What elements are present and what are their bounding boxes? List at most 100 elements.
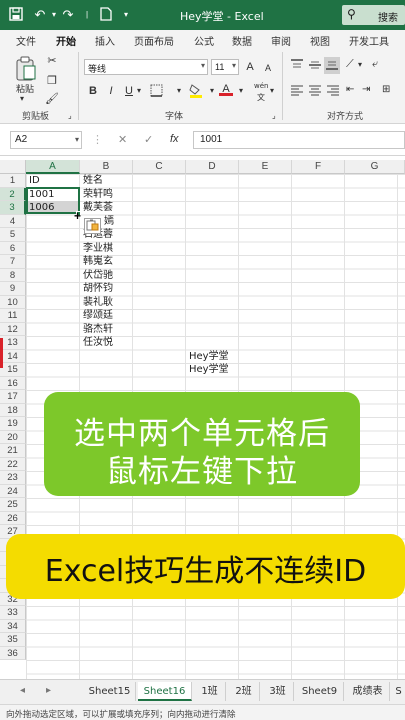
align-bottom-icon[interactable]: [324, 57, 340, 74]
chevron-down-icon[interactable]: ▾: [137, 86, 141, 95]
fill-color-icon[interactable]: [189, 83, 203, 101]
tab-file[interactable]: 文件: [16, 33, 36, 48]
cancel-icon[interactable]: ✕: [118, 133, 127, 146]
cell-d14[interactable]: Hey学堂: [189, 350, 229, 363]
chevron-down-icon[interactable]: ▾: [239, 86, 243, 95]
italic-button[interactable]: I: [104, 84, 118, 98]
row-header[interactable]: 1: [0, 174, 26, 188]
tab-page-layout[interactable]: 页面布局: [134, 33, 174, 48]
row-header[interactable]: 26: [0, 511, 26, 525]
font-color-button[interactable]: A: [219, 82, 233, 96]
paste-label[interactable]: 粘贴: [16, 82, 34, 95]
tab-data[interactable]: 数据: [232, 33, 252, 48]
row-header[interactable]: 36: [0, 646, 26, 660]
save-icon[interactable]: [8, 7, 24, 23]
row-header[interactable]: 19: [0, 417, 26, 431]
column-header-d[interactable]: D: [186, 160, 239, 174]
sheet-tab[interactable]: Sheet15: [84, 682, 136, 701]
formula-input[interactable]: 1001: [193, 131, 405, 149]
row-header[interactable]: 35: [0, 633, 26, 647]
borders-icon[interactable]: [150, 84, 163, 100]
row-header[interactable]: 24: [0, 484, 26, 498]
row-header[interactable]: 5: [0, 228, 26, 242]
tab-formulas[interactable]: 公式: [194, 33, 214, 48]
sheet-tab[interactable]: 成绩表: [346, 682, 390, 701]
row-header[interactable]: 25: [0, 498, 26, 512]
row-header[interactable]: 11: [0, 309, 26, 323]
chevron-down-icon[interactable]: ▾: [177, 86, 181, 95]
enter-icon[interactable]: ✓: [144, 133, 153, 146]
format-painter-icon[interactable]: 🖌: [45, 92, 59, 106]
next-sheet-icon[interactable]: ▸: [46, 685, 51, 696]
orientation-icon[interactable]: ⟋: [346, 57, 354, 71]
clipboard-launcher-icon[interactable]: ⌟: [68, 111, 72, 120]
column-header-a[interactable]: A: [26, 160, 80, 174]
cell-b8[interactable]: 伏岱驰: [83, 269, 113, 282]
insert-function-icon[interactable]: fx: [170, 133, 179, 145]
search-box[interactable]: ⚲ 搜索: [342, 5, 405, 25]
row-header[interactable]: 34: [0, 619, 26, 633]
align-center-icon[interactable]: [308, 84, 322, 99]
copy-icon[interactable]: ❐: [45, 74, 59, 88]
sheet-tab-active[interactable]: Sheet16: [138, 682, 192, 701]
redo-icon[interactable]: ↷: [60, 7, 76, 23]
row-header[interactable]: 22: [0, 457, 26, 471]
cell-a1[interactable]: ID: [29, 174, 40, 187]
name-box[interactable]: A2 ▾: [10, 131, 82, 149]
cell-b12[interactable]: 骆杰轩: [83, 323, 113, 336]
sheet-tab[interactable]: 1班: [194, 682, 226, 701]
column-header-g[interactable]: G: [345, 160, 405, 174]
auto-fill-options-icon[interactable]: [84, 218, 101, 234]
row-header[interactable]: 33: [0, 606, 26, 620]
row-header[interactable]: 9: [0, 282, 26, 296]
bold-button[interactable]: B: [86, 84, 100, 98]
cell-b7[interactable]: 韩嵬玄: [83, 255, 113, 268]
tab-insert[interactable]: 插入: [95, 33, 115, 48]
cell-b6[interactable]: 李业棋: [83, 242, 113, 255]
cell-b4[interactable]: 嫣: [104, 215, 114, 228]
sheet-tab[interactable]: 2班: [228, 682, 260, 701]
font-name-select[interactable]: 等线 ▾: [84, 59, 208, 75]
wrap-text-icon[interactable]: ⤶: [372, 57, 378, 71]
column-header-f[interactable]: F: [292, 160, 345, 174]
chevron-down-icon[interactable]: ▾: [358, 60, 362, 69]
row-header[interactable]: 7: [0, 255, 26, 269]
row-header[interactable]: 13: [0, 336, 26, 350]
cut-icon[interactable]: ✂: [45, 54, 59, 68]
row-header[interactable]: 3: [0, 201, 26, 215]
align-top-icon[interactable]: [290, 59, 304, 74]
phonetic-guide-label[interactable]: wén: [254, 82, 268, 90]
shrink-font-button[interactable]: A: [261, 61, 275, 75]
cell-b1[interactable]: 姓名: [83, 174, 103, 187]
cell-b3[interactable]: 戴芙荟: [83, 201, 113, 214]
row-header[interactable]: 12: [0, 322, 26, 336]
merge-center-icon[interactable]: ⊞: [382, 84, 390, 95]
increase-indent-icon[interactable]: ⇥: [362, 84, 370, 95]
font-launcher-icon[interactable]: ⌟: [272, 111, 276, 120]
chevron-down-icon[interactable]: ▾: [270, 86, 274, 95]
cell-b11[interactable]: 缪颂廷: [83, 309, 113, 322]
chevron-down-icon[interactable]: ▾: [210, 86, 214, 95]
align-middle-icon[interactable]: [308, 59, 322, 74]
row-header[interactable]: 18: [0, 403, 26, 417]
sheet-tab[interactable]: Sheet9: [296, 682, 344, 701]
align-left-icon[interactable]: [290, 84, 304, 99]
align-right-icon[interactable]: [326, 84, 340, 99]
cell-d15[interactable]: Hey学堂: [189, 363, 229, 376]
phonetic-guide-icon[interactable]: 文: [257, 92, 265, 103]
row-header[interactable]: 10: [0, 295, 26, 309]
row-header[interactable]: 15: [0, 363, 26, 377]
cell-b9[interactable]: 胡怀钧: [83, 282, 113, 295]
decrease-indent-icon[interactable]: ⇤: [346, 84, 354, 95]
underline-button[interactable]: U: [122, 84, 136, 98]
cell-b13[interactable]: 任汝悦: [83, 336, 113, 349]
tab-review[interactable]: 审阅: [271, 33, 291, 48]
column-header-b[interactable]: B: [80, 160, 133, 174]
paste-icon[interactable]: [15, 56, 37, 85]
row-header[interactable]: 14: [0, 349, 26, 363]
tab-view[interactable]: 视图: [310, 33, 330, 48]
row-header[interactable]: 2: [0, 187, 26, 201]
cell-a2[interactable]: 1001: [29, 188, 54, 201]
column-header-e[interactable]: E: [239, 160, 292, 174]
paste-dropdown-icon[interactable]: ▾: [20, 94, 24, 103]
